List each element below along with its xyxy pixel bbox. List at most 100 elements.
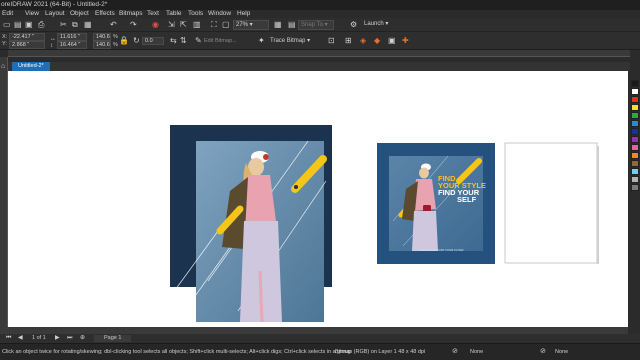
edit-bitmap-icon[interactable]: ✎ <box>195 36 202 46</box>
palette-swatch[interactable] <box>631 184 639 191</box>
cut-icon[interactable]: ✂ <box>60 20 67 30</box>
launch-dropdown[interactable]: Launch ▾ <box>362 20 406 30</box>
home-icon[interactable]: ⌂ <box>1 62 5 72</box>
edit-bitmap-button[interactable]: Edit Bitmap... <box>204 38 237 45</box>
redo-icon[interactable]: ↷ <box>130 20 137 30</box>
bitmap-border-icon[interactable]: ▣ <box>388 36 396 46</box>
print-icon[interactable]: ⎙ <box>38 20 44 30</box>
menu-text[interactable]: Text <box>147 10 159 17</box>
menu-view[interactable]: View <box>25 10 39 17</box>
palette-swatch[interactable] <box>631 96 639 103</box>
menu-object[interactable]: Object <box>70 10 89 17</box>
paste-icon[interactable]: ▦ <box>84 20 92 30</box>
palette-swatch[interactable] <box>631 80 639 87</box>
poster-small-print: INFO LOGO FOR YOUR FLYER <box>420 248 464 252</box>
launch-label: Launch <box>364 21 384 27</box>
menu-bitmaps[interactable]: Bitmaps <box>119 10 142 17</box>
page-shadow <box>597 146 599 264</box>
fill-icon[interactable]: ⊘ <box>452 347 458 357</box>
ruler-icon[interactable]: ▤ <box>288 20 296 30</box>
search-content-icon[interactable]: ◉ <box>152 20 159 30</box>
snap-to-dropdown[interactable]: Snap To ▾ <box>298 20 334 30</box>
trace-bitmap-label: Trace Bitmap <box>270 38 306 44</box>
palette-swatch[interactable] <box>631 112 639 119</box>
zoom-level-dropdown[interactable]: 27% ▾ <box>233 20 269 30</box>
next-page-icon[interactable]: ▶ <box>55 333 60 343</box>
trace-bitmap-dropdown[interactable]: Trace Bitmap ▾ <box>268 37 314 46</box>
x-position-field[interactable]: -22.417 " <box>9 33 45 41</box>
palette-swatch[interactable] <box>631 120 639 127</box>
new-document-icon[interactable]: ▭ <box>3 20 11 30</box>
scale-percent-label-2: % <box>113 42 118 48</box>
palette-swatch[interactable] <box>631 144 639 151</box>
export-icon[interactable]: ⇱ <box>180 20 187 30</box>
trace-bitmap-icon[interactable]: ✦ <box>258 36 265 46</box>
status-bar: Click an object twice for rotating/skewi… <box>0 343 640 360</box>
prev-page-icon[interactable]: ◀ <box>18 333 23 343</box>
palette-swatch[interactable] <box>631 160 639 167</box>
import-icon[interactable]: ⇲ <box>168 20 175 30</box>
first-page-icon[interactable]: ⏮ <box>6 333 11 343</box>
poster-text-self: SELF <box>457 195 477 204</box>
page-navigator: ⏮ ◀ 1 of 1 ▶ ⏭ ⊕ Page 1 <box>0 334 640 343</box>
small-poster-group[interactable] <box>377 143 495 264</box>
wireframe-icon[interactable]: ▢ <box>222 20 230 30</box>
y-position-field[interactable]: 2.868 " <box>9 41 45 49</box>
y-label: Y: <box>2 41 7 47</box>
menu-tools[interactable]: Tools <box>188 10 203 17</box>
copy-icon[interactable]: ⧉ <box>72 20 78 30</box>
palette-swatch[interactable] <box>631 168 639 175</box>
x-label: X: <box>2 34 8 40</box>
add-effect-icon[interactable]: ✚ <box>402 36 409 46</box>
height-field[interactable]: 16.464 " <box>57 41 87 49</box>
palette-swatch[interactable] <box>631 88 639 95</box>
drawing-canvas[interactable]: FIND YOUR STYLE FIND YOUR SELF INFO LOGO… <box>8 71 628 328</box>
scale-width-field[interactable]: 140.6 <box>93 33 111 41</box>
status-outline: None <box>555 349 569 355</box>
menu-effects[interactable]: Effects <box>95 10 115 17</box>
settings-gear-icon[interactable]: ⚙ <box>350 20 357 30</box>
snap-to-label: Snap To <box>301 22 323 28</box>
edit-bitmap-effect-icon[interactable]: ◆ <box>374 36 380 46</box>
undo-icon[interactable]: ↶ <box>110 20 117 30</box>
menu-layout[interactable]: Layout <box>45 10 65 17</box>
rotation-angle-field[interactable]: 0.0 <box>142 37 164 45</box>
outline-icon[interactable]: ⊘ <box>540 347 546 357</box>
menu-edit[interactable]: Edit <box>2 10 13 17</box>
crop-bitmap-icon[interactable]: ⊡ <box>328 36 335 46</box>
width-field[interactable]: 11.616 " <box>57 33 87 41</box>
add-page-icon[interactable]: ⊕ <box>80 333 85 343</box>
last-page-icon[interactable]: ⏭ <box>67 333 72 343</box>
resample-icon[interactable]: ⊞ <box>345 36 352 46</box>
palette-swatch[interactable] <box>631 136 639 143</box>
palette-swatch[interactable] <box>631 176 639 183</box>
mirror-vertical-icon[interactable]: ⇅ <box>180 36 187 46</box>
grid-icon[interactable]: ▦ <box>274 20 282 30</box>
status-hint: Click an object twice for rotating/skewi… <box>2 349 352 355</box>
bitmap-color-mask-icon[interactable]: ◈ <box>360 36 366 46</box>
tab-untitled-2[interactable]: Untitled-2* <box>12 62 50 71</box>
menu-table[interactable]: Table <box>166 10 182 17</box>
palette-swatch[interactable] <box>631 104 639 111</box>
page-1-tab[interactable]: Page 1 <box>94 335 132 342</box>
document-tab-bar: Untitled-2* <box>8 62 630 71</box>
horizontal-scrollbar[interactable] <box>0 327 628 334</box>
status-fill: None <box>470 349 484 355</box>
zoom-level-value: 27% <box>236 22 249 28</box>
save-icon[interactable]: ▣ <box>25 20 33 30</box>
mirror-horizontal-icon[interactable]: ⇆ <box>170 36 177 46</box>
menu-help[interactable]: Help <box>237 10 250 17</box>
horizontal-ruler[interactable] <box>8 50 630 57</box>
open-icon[interactable]: ▤ <box>14 20 22 30</box>
vertical-ruler[interactable] <box>0 57 8 327</box>
scale-height-field[interactable]: 140.6 <box>93 41 111 49</box>
palette-swatch[interactable] <box>631 128 639 135</box>
palette-swatch[interactable] <box>631 152 639 159</box>
large-poster-group[interactable] <box>170 125 332 323</box>
empty-page-frame[interactable] <box>504 142 598 264</box>
menu-window[interactable]: Window <box>208 10 231 17</box>
fullscreen-icon[interactable]: ⛶ <box>211 20 217 30</box>
publish-pdf-icon[interactable]: ▥ <box>193 20 201 30</box>
property-bar: X: -22.417 " Y: 2.868 " ↔ ↕ 11.616 " 16.… <box>0 32 640 50</box>
lock-ratio-icon[interactable]: 🔒 <box>119 36 129 46</box>
